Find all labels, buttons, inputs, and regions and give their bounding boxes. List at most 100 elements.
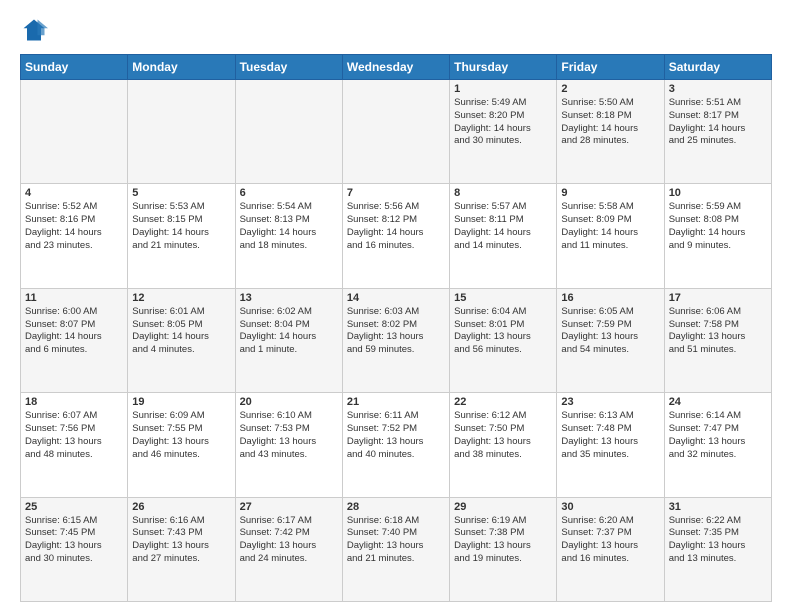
day-number: 29 bbox=[454, 501, 552, 513]
day-info: Sunrise: 6:17 AM Sunset: 7:42 PM Dayligh… bbox=[240, 515, 317, 564]
calendar-cell: 9 Sunrise: 5:58 AM Sunset: 8:09 PM Daylig… bbox=[557, 184, 664, 288]
calendar-cell: 25 Sunrise: 6:15 AM Sunset: 7:45 PM Dayli… bbox=[21, 497, 128, 601]
week-row-0: 1 Sunrise: 5:49 AM Sunset: 8:20 PM Daylig… bbox=[21, 80, 772, 184]
calendar-cell: 19 Sunrise: 6:09 AM Sunset: 7:55 PM Dayli… bbox=[128, 393, 235, 497]
header-row: SundayMondayTuesdayWednesdayThursdayFrid… bbox=[21, 55, 772, 80]
day-info: Sunrise: 6:16 AM Sunset: 7:43 PM Dayligh… bbox=[132, 515, 209, 564]
logo bbox=[20, 16, 52, 44]
day-info: Sunrise: 6:00 AM Sunset: 8:07 PM Dayligh… bbox=[25, 306, 102, 355]
day-info: Sunrise: 6:07 AM Sunset: 7:56 PM Dayligh… bbox=[25, 410, 102, 459]
week-row-1: 4 Sunrise: 5:52 AM Sunset: 8:16 PM Daylig… bbox=[21, 184, 772, 288]
day-info: Sunrise: 6:22 AM Sunset: 7:35 PM Dayligh… bbox=[669, 515, 746, 564]
day-number: 30 bbox=[561, 501, 659, 513]
calendar: SundayMondayTuesdayWednesdayThursdayFrid… bbox=[20, 54, 772, 602]
day-header-friday: Friday bbox=[557, 55, 664, 80]
day-info: Sunrise: 5:58 AM Sunset: 8:09 PM Dayligh… bbox=[561, 201, 638, 250]
day-number: 12 bbox=[132, 292, 230, 304]
calendar-cell: 4 Sunrise: 5:52 AM Sunset: 8:16 PM Daylig… bbox=[21, 184, 128, 288]
week-row-2: 11 Sunrise: 6:00 AM Sunset: 8:07 PM Dayli… bbox=[21, 288, 772, 392]
day-info: Sunrise: 5:52 AM Sunset: 8:16 PM Dayligh… bbox=[25, 201, 102, 250]
calendar-cell: 10 Sunrise: 5:59 AM Sunset: 8:08 PM Dayli… bbox=[664, 184, 771, 288]
day-info: Sunrise: 5:50 AM Sunset: 8:18 PM Dayligh… bbox=[561, 97, 638, 146]
day-info: Sunrise: 6:18 AM Sunset: 7:40 PM Dayligh… bbox=[347, 515, 424, 564]
calendar-cell: 30 Sunrise: 6:20 AM Sunset: 7:37 PM Dayli… bbox=[557, 497, 664, 601]
week-row-3: 18 Sunrise: 6:07 AM Sunset: 7:56 PM Dayli… bbox=[21, 393, 772, 497]
day-number: 18 bbox=[25, 396, 123, 408]
day-number: 23 bbox=[561, 396, 659, 408]
day-number: 19 bbox=[132, 396, 230, 408]
day-header-thursday: Thursday bbox=[450, 55, 557, 80]
day-header-saturday: Saturday bbox=[664, 55, 771, 80]
calendar-cell: 12 Sunrise: 6:01 AM Sunset: 8:05 PM Dayli… bbox=[128, 288, 235, 392]
day-number: 11 bbox=[25, 292, 123, 304]
day-number: 26 bbox=[132, 501, 230, 513]
calendar-cell: 2 Sunrise: 5:50 AM Sunset: 8:18 PM Daylig… bbox=[557, 80, 664, 184]
day-info: Sunrise: 5:54 AM Sunset: 8:13 PM Dayligh… bbox=[240, 201, 317, 250]
day-info: Sunrise: 6:09 AM Sunset: 7:55 PM Dayligh… bbox=[132, 410, 209, 459]
calendar-cell: 29 Sunrise: 6:19 AM Sunset: 7:38 PM Dayli… bbox=[450, 497, 557, 601]
day-number: 3 bbox=[669, 83, 767, 95]
day-number: 20 bbox=[240, 396, 338, 408]
day-info: Sunrise: 5:57 AM Sunset: 8:11 PM Dayligh… bbox=[454, 201, 531, 250]
day-info: Sunrise: 6:11 AM Sunset: 7:52 PM Dayligh… bbox=[347, 410, 424, 459]
calendar-cell: 3 Sunrise: 5:51 AM Sunset: 8:17 PM Daylig… bbox=[664, 80, 771, 184]
day-info: Sunrise: 6:01 AM Sunset: 8:05 PM Dayligh… bbox=[132, 306, 209, 355]
calendar-cell: 24Sunrise: 6:14 AM Sunset: 7:47 PM Dayli… bbox=[664, 393, 771, 497]
day-number: 9 bbox=[561, 187, 659, 199]
day-info: Sunrise: 6:20 AM Sunset: 7:37 PM Dayligh… bbox=[561, 515, 638, 564]
day-number: 1 bbox=[454, 83, 552, 95]
calendar-cell: 5 Sunrise: 5:53 AM Sunset: 8:15 PM Daylig… bbox=[128, 184, 235, 288]
calendar-cell: 7 Sunrise: 5:56 AM Sunset: 8:12 PM Daylig… bbox=[342, 184, 449, 288]
day-number: 4 bbox=[25, 187, 123, 199]
day-info: Sunrise: 5:49 AM Sunset: 8:20 PM Dayligh… bbox=[454, 97, 531, 146]
day-info: Sunrise: 5:56 AM Sunset: 8:12 PM Dayligh… bbox=[347, 201, 424, 250]
calendar-cell: 20Sunrise: 6:10 AM Sunset: 7:53 PM Dayli… bbox=[235, 393, 342, 497]
day-number: 22 bbox=[454, 396, 552, 408]
calendar-cell bbox=[235, 80, 342, 184]
day-info: Sunrise: 6:19 AM Sunset: 7:38 PM Dayligh… bbox=[454, 515, 531, 564]
calendar-cell: 31 Sunrise: 6:22 AM Sunset: 7:35 PM Dayli… bbox=[664, 497, 771, 601]
day-number: 7 bbox=[347, 187, 445, 199]
day-number: 28 bbox=[347, 501, 445, 513]
calendar-cell: 11 Sunrise: 6:00 AM Sunset: 8:07 PM Dayli… bbox=[21, 288, 128, 392]
day-number: 6 bbox=[240, 187, 338, 199]
calendar-cell: 18 Sunrise: 6:07 AM Sunset: 7:56 PM Dayli… bbox=[21, 393, 128, 497]
calendar-cell: 21 Sunrise: 6:11 AM Sunset: 7:52 PM Dayli… bbox=[342, 393, 449, 497]
logo-icon bbox=[20, 16, 48, 44]
calendar-cell: 16Sunrise: 6:05 AM Sunset: 7:59 PM Dayli… bbox=[557, 288, 664, 392]
calendar-cell: 14Sunrise: 6:03 AM Sunset: 8:02 PM Dayli… bbox=[342, 288, 449, 392]
day-header-monday: Monday bbox=[128, 55, 235, 80]
day-info: Sunrise: 6:15 AM Sunset: 7:45 PM Dayligh… bbox=[25, 515, 102, 564]
day-info: Sunrise: 6:14 AM Sunset: 7:47 PM Dayligh… bbox=[669, 410, 746, 459]
day-info: Sunrise: 5:59 AM Sunset: 8:08 PM Dayligh… bbox=[669, 201, 746, 250]
calendar-cell: 26 Sunrise: 6:16 AM Sunset: 7:43 PM Dayli… bbox=[128, 497, 235, 601]
week-row-4: 25 Sunrise: 6:15 AM Sunset: 7:45 PM Dayli… bbox=[21, 497, 772, 601]
calendar-cell: 13Sunrise: 6:02 AM Sunset: 8:04 PM Dayli… bbox=[235, 288, 342, 392]
day-number: 27 bbox=[240, 501, 338, 513]
calendar-cell: 15Sunrise: 6:04 AM Sunset: 8:01 PM Dayli… bbox=[450, 288, 557, 392]
day-number: 21 bbox=[347, 396, 445, 408]
day-header-tuesday: Tuesday bbox=[235, 55, 342, 80]
calendar-cell: 1 Sunrise: 5:49 AM Sunset: 8:20 PM Daylig… bbox=[450, 80, 557, 184]
day-number: 31 bbox=[669, 501, 767, 513]
calendar-cell bbox=[128, 80, 235, 184]
day-info: Sunrise: 5:53 AM Sunset: 8:15 PM Dayligh… bbox=[132, 201, 209, 250]
day-header-sunday: Sunday bbox=[21, 55, 128, 80]
day-info: Sunrise: 6:12 AM Sunset: 7:50 PM Dayligh… bbox=[454, 410, 531, 459]
day-number: 15 bbox=[454, 292, 552, 304]
day-number: 10 bbox=[669, 187, 767, 199]
day-header-wednesday: Wednesday bbox=[342, 55, 449, 80]
day-info: Sunrise: 6:13 AM Sunset: 7:48 PM Dayligh… bbox=[561, 410, 638, 459]
header bbox=[20, 16, 772, 44]
calendar-cell: 22 Sunrise: 6:12 AM Sunset: 7:50 PM Dayli… bbox=[450, 393, 557, 497]
day-number: 13 bbox=[240, 292, 338, 304]
day-info: Sunrise: 5:51 AM Sunset: 8:17 PM Dayligh… bbox=[669, 97, 746, 146]
day-info: Sunrise: 6:03 AM Sunset: 8:02 PM Dayligh… bbox=[347, 306, 424, 355]
day-number: 17 bbox=[669, 292, 767, 304]
day-number: 25 bbox=[25, 501, 123, 513]
calendar-cell: 28 Sunrise: 6:18 AM Sunset: 7:40 PM Dayli… bbox=[342, 497, 449, 601]
day-number: 5 bbox=[132, 187, 230, 199]
page: SundayMondayTuesdayWednesdayThursdayFrid… bbox=[0, 0, 792, 612]
calendar-cell bbox=[21, 80, 128, 184]
day-number: 2 bbox=[561, 83, 659, 95]
